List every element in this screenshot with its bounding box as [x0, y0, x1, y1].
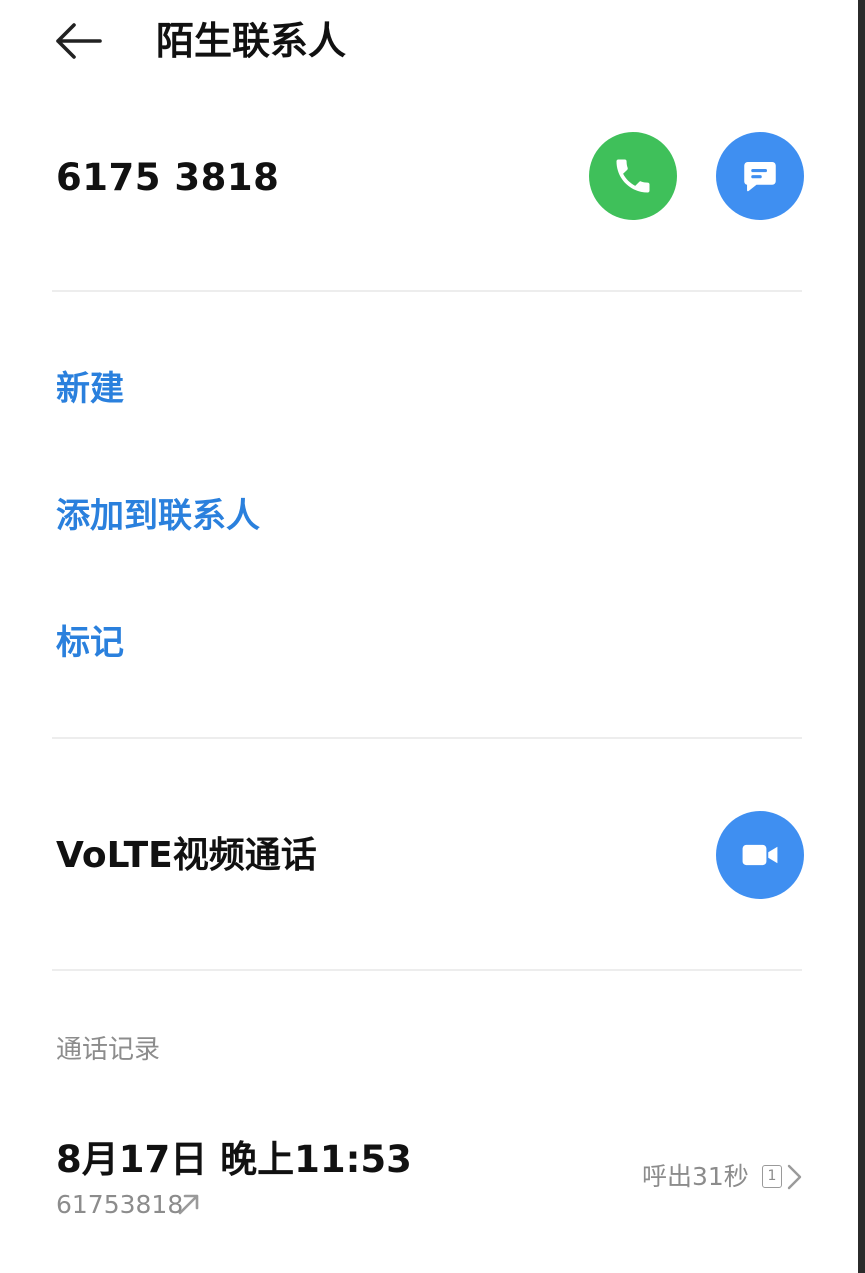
contact-detail-page: 陌生联系人 6175 3818 新建 添加到联系人 标记 VoLTE视频通话 通…: [0, 0, 865, 1273]
divider: [52, 969, 802, 971]
divider: [52, 737, 802, 739]
message-button[interactable]: [716, 132, 804, 220]
call-log-section-label: 通话记录: [56, 1035, 161, 1065]
volte-video-call-label: VoLTE视频通话: [56, 835, 317, 876]
outgoing-arrow-icon: [178, 1194, 199, 1215]
add-to-contacts-button[interactable]: 添加到联系人: [56, 491, 260, 541]
phone-number: 6175 3818: [56, 156, 280, 199]
video-call-button[interactable]: [716, 811, 804, 899]
divider: [52, 290, 802, 292]
chevron-right-icon: [787, 1164, 802, 1190]
call-log-date: 8月17日 晚上11:53: [56, 1138, 412, 1181]
mark-number-button[interactable]: 标记: [56, 618, 124, 668]
call-button[interactable]: [589, 132, 677, 220]
call-log-number: 61753818: [56, 1190, 184, 1219]
page-title: 陌生联系人: [156, 19, 347, 63]
call-duration: 呼出31秒: [642, 1162, 749, 1191]
arrow-left-icon: [56, 23, 102, 59]
back-button[interactable]: [52, 20, 104, 62]
screen-edge: [858, 0, 865, 1273]
video-camera-icon: [742, 844, 778, 866]
sim-badge: 1: [762, 1165, 782, 1188]
new-contact-button[interactable]: 新建: [56, 364, 124, 414]
message-icon: [744, 162, 776, 192]
phone-icon: [616, 159, 650, 193]
